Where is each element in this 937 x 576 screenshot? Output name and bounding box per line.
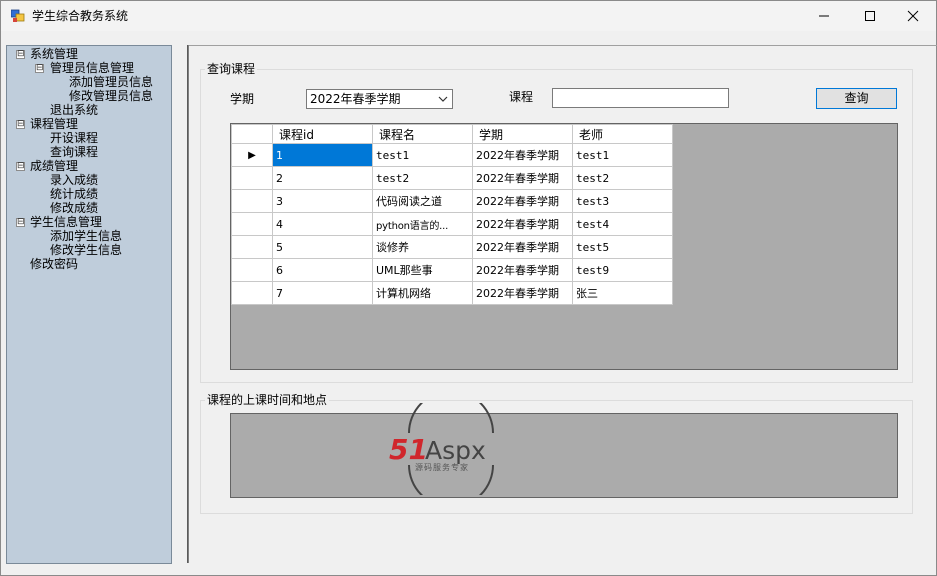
course-label: 课程 xyxy=(509,90,534,104)
course-table: 课程id 课程名 学期 老师 ▶ 1 test1 2022年春季学期 test1… xyxy=(231,124,673,305)
table-row[interactable]: 4 python语言的... 2022年春季学期 test4 xyxy=(231,212,673,236)
panel-splitter[interactable] xyxy=(187,45,189,563)
watermark-logo: 51 Aspx 源码服务专家 xyxy=(385,390,517,508)
tree-item-edit-admin-info[interactable]: 修改管理员信息 xyxy=(69,89,153,103)
row-header[interactable] xyxy=(231,235,273,259)
grid-header-row: 课程id 课程名 学期 老师 xyxy=(231,124,673,144)
collapse-icon[interactable]: ⊟ xyxy=(35,64,44,73)
maximize-icon xyxy=(865,11,875,21)
cell-course-name[interactable]: python语言的... xyxy=(372,212,473,236)
course-grid[interactable]: 课程id 课程名 学期 老师 ▶ 1 test1 2022年春季学期 test1… xyxy=(230,123,898,370)
tree-item-open-course[interactable]: 开设课程 xyxy=(50,131,98,145)
cell-teacher[interactable]: 张三 xyxy=(572,281,673,305)
cell-course-name[interactable]: test2 xyxy=(372,166,473,190)
cell-term[interactable]: 2022年春季学期 xyxy=(472,166,573,190)
watermark-tagline: 源码服务专家 xyxy=(415,462,469,472)
cell-course-id[interactable]: 1 xyxy=(272,143,373,167)
cell-course-id[interactable]: 4 xyxy=(272,212,373,236)
watermark-logo-graphic: 51 Aspx 源码服务专家 xyxy=(389,390,494,508)
cell-course-name[interactable]: 代码阅读之道 xyxy=(372,189,473,213)
table-row[interactable]: 5 谈修养 2022年春季学期 test5 xyxy=(231,235,673,259)
tree-item-add-admin-info[interactable]: 添加管理员信息 xyxy=(69,75,153,89)
collapse-icon[interactable]: ⊟ xyxy=(16,218,25,227)
cell-course-id[interactable]: 2 xyxy=(272,166,373,190)
tree-item-admin-info-management[interactable]: 管理员信息管理 xyxy=(50,61,134,75)
maximize-button[interactable] xyxy=(847,1,893,31)
query-course-group-title: 查询课程 xyxy=(205,62,258,76)
watermark-brand-text: Aspx xyxy=(425,436,486,465)
tree-item-edit-grades[interactable]: 修改成绩 xyxy=(50,201,98,215)
cell-term[interactable]: 2022年春季学期 xyxy=(472,143,573,167)
tree-item-system-management[interactable]: 系统管理 xyxy=(30,47,78,61)
cell-course-id[interactable]: 3 xyxy=(272,189,373,213)
table-row[interactable]: 2 test2 2022年春季学期 test2 xyxy=(231,166,673,190)
row-header[interactable] xyxy=(231,212,273,236)
cell-course-name[interactable]: 谈修养 xyxy=(372,235,473,259)
table-row[interactable]: 3 代码阅读之道 2022年春季学期 test3 xyxy=(231,189,673,213)
cell-term[interactable]: 2022年春季学期 xyxy=(472,212,573,236)
title-bar[interactable]: 学生综合教务系统 xyxy=(1,1,936,31)
cell-teacher[interactable]: test5 xyxy=(572,235,673,259)
term-select[interactable]: 2022年春季学期 xyxy=(306,89,453,109)
minimize-button[interactable] xyxy=(801,1,847,31)
cell-term[interactable]: 2022年春季学期 xyxy=(472,281,573,305)
window-title: 学生综合教务系统 xyxy=(32,9,129,23)
nav-tree[interactable]: ⊟ 系统管理 ⊟ 管理员信息管理 添加管理员信息 修改管理员信息 退出系统 ⊟ … xyxy=(6,45,172,564)
term-label: 学期 xyxy=(230,92,255,106)
cell-course-id[interactable]: 5 xyxy=(272,235,373,259)
collapse-icon[interactable]: ⊟ xyxy=(16,120,25,129)
cell-course-name[interactable]: 计算机网络 xyxy=(372,281,473,305)
table-row[interactable]: ▶ 1 test1 2022年春季学期 test1 xyxy=(231,143,673,167)
minimize-icon xyxy=(819,15,829,17)
column-header-course-id[interactable]: 课程id xyxy=(272,124,373,144)
grid-corner-header[interactable] xyxy=(231,124,273,144)
tree-item-edit-student-info[interactable]: 修改学生信息 xyxy=(50,243,122,257)
cell-teacher[interactable]: test4 xyxy=(572,212,673,236)
course-input[interactable] xyxy=(552,88,729,108)
cell-course-name[interactable]: test1 xyxy=(372,143,473,167)
tree-item-enter-grades[interactable]: 录入成绩 xyxy=(50,173,98,187)
close-icon xyxy=(907,10,919,22)
table-row[interactable]: 6 UML那些事 2022年春季学期 test9 xyxy=(231,258,673,282)
tree-item-change-password[interactable]: 修改密码 xyxy=(30,257,78,271)
column-header-course-name[interactable]: 课程名 xyxy=(372,124,473,144)
cell-course-id[interactable]: 6 xyxy=(272,258,373,282)
row-header[interactable] xyxy=(231,258,273,282)
cell-course-id[interactable]: 7 xyxy=(272,281,373,305)
cell-teacher[interactable]: test3 xyxy=(572,189,673,213)
tree-item-grade-statistics[interactable]: 统计成绩 xyxy=(50,187,98,201)
collapse-icon[interactable]: ⊟ xyxy=(16,162,25,171)
row-header[interactable] xyxy=(231,189,273,213)
row-header[interactable] xyxy=(231,166,273,190)
column-header-teacher[interactable]: 老师 xyxy=(572,124,673,144)
cell-teacher[interactable]: test1 xyxy=(572,143,673,167)
tree-item-query-course[interactable]: 查询课程 xyxy=(50,145,98,159)
tree-item-course-management[interactable]: 课程管理 xyxy=(30,117,78,131)
tree-item-add-student-info[interactable]: 添加学生信息 xyxy=(50,229,122,243)
tree-item-student-info-management[interactable]: 学生信息管理 xyxy=(30,215,102,229)
current-row-marker[interactable]: ▶ xyxy=(231,143,273,167)
cell-term[interactable]: 2022年春季学期 xyxy=(472,258,573,282)
query-button[interactable]: 查询 xyxy=(816,88,897,109)
cell-teacher[interactable]: test9 xyxy=(572,258,673,282)
app-icon[interactable] xyxy=(11,9,25,23)
row-header[interactable] xyxy=(231,281,273,305)
close-button[interactable] xyxy=(890,1,936,31)
watermark-brand-number: 51 xyxy=(389,433,428,466)
schedule-grid[interactable] xyxy=(230,413,898,498)
cell-teacher[interactable]: test2 xyxy=(572,166,673,190)
cell-term[interactable]: 2022年春季学期 xyxy=(472,189,573,213)
term-select-value: 2022年春季学期 xyxy=(310,92,401,106)
chevron-down-icon xyxy=(438,96,448,102)
collapse-icon[interactable]: ⊟ xyxy=(16,50,25,59)
cell-course-name[interactable]: UML那些事 xyxy=(372,258,473,282)
tree-item-exit-system[interactable]: 退出系统 xyxy=(50,103,98,117)
tree-item-grade-management[interactable]: 成绩管理 xyxy=(30,159,78,173)
content-top-border xyxy=(189,45,937,46)
app-window: 学生综合教务系统 ⊟ 系统管理 ⊟ 管理员信息管理 添加管理员信息 修改管理员信… xyxy=(0,0,937,576)
schedule-group-title: 课程的上课时间和地点 xyxy=(205,393,330,407)
cell-term[interactable]: 2022年春季学期 xyxy=(472,235,573,259)
table-row[interactable]: 7 计算机网络 2022年春季学期 张三 xyxy=(231,281,673,305)
column-header-term[interactable]: 学期 xyxy=(472,124,573,144)
